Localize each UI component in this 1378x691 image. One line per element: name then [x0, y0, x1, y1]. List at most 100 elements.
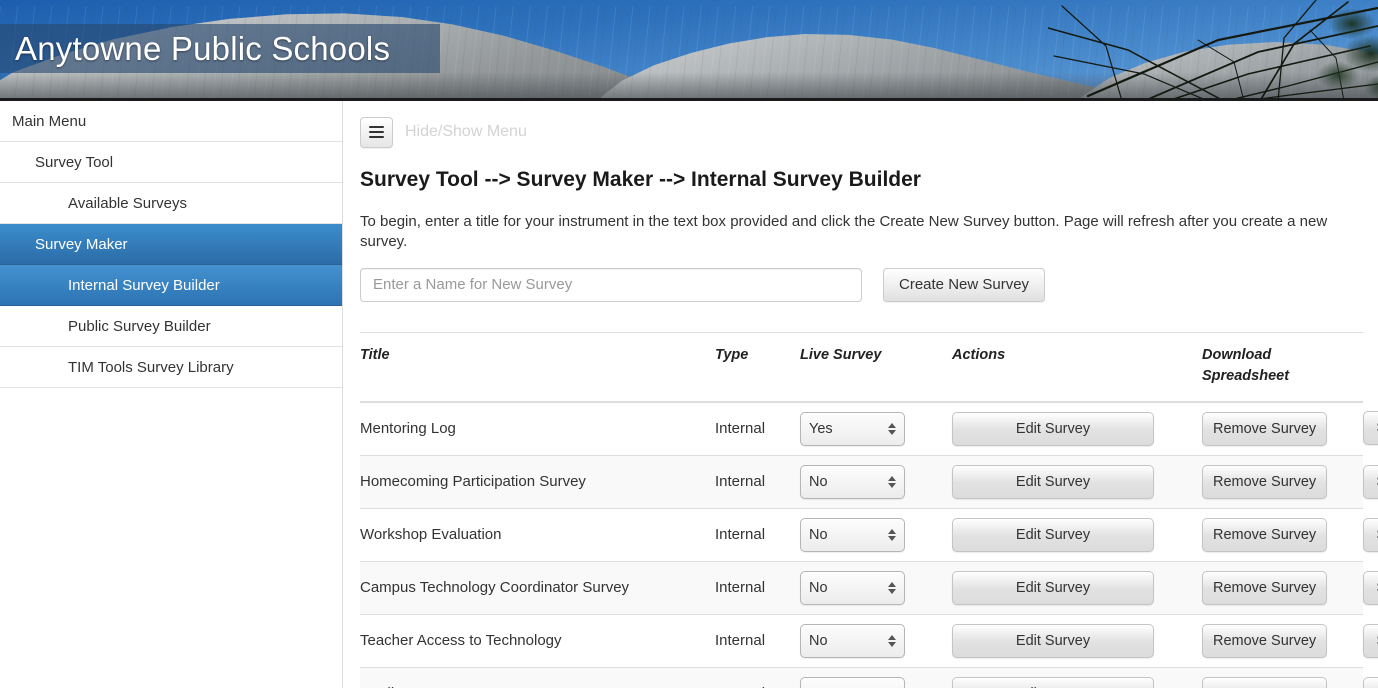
page-title: Survey Tool --> Survey Maker --> Interna… — [360, 168, 921, 191]
cell-survey-title: Homecoming Participation Survey — [360, 454, 715, 509]
table-row: Campus Technology Coordinator Survey Inte… — [360, 560, 1378, 615]
live-survey-select-wrapper: YesNo — [800, 570, 905, 605]
edit-survey-button[interactable]: Edit Survey — [952, 517, 1154, 552]
table-row: Homecoming Participation SurveyInternalY… — [360, 454, 1378, 509]
hamburger-bar-3 — [369, 136, 384, 138]
live-survey-select-wrapper: YesNo — [800, 517, 905, 552]
cell-edit-action: Edit Survey — [952, 613, 1202, 668]
cell-remove-action: Remove Survey — [1202, 507, 1363, 562]
cell-live-survey: YesNo — [800, 507, 952, 562]
site-banner: Anytowne Public Schools — [0, 0, 1378, 101]
table-row: Mentoring LogInternalYesNo Edit Survey Rem… — [360, 401, 1378, 456]
download-spreadsheet-button[interactable]: Spreadsheet — [1363, 411, 1378, 446]
header-type: Type — [715, 331, 800, 403]
site-title: Anytowne Public Schools — [15, 30, 391, 67]
header-live-survey: Live Survey — [800, 331, 952, 403]
cell-remove-action: Remove Survey — [1202, 613, 1363, 668]
table-body: Mentoring LogInternalYesNoEdit SurveyRem… — [360, 401, 1378, 688]
edit-survey-button[interactable]: Edit Survey — [952, 676, 1154, 688]
sidebar-item-public-survey-builder[interactable]: Public Survey Builder — [0, 306, 342, 347]
cell-live-survey: YesNo — [800, 560, 952, 615]
cell-edit-action: Edit Survey — [952, 560, 1202, 615]
table-row: Teacher Access to TechnologyInternalYesN… — [360, 613, 1378, 668]
table-header-row: Title Type Live Survey Actions Download … — [360, 331, 1363, 403]
create-new-survey-button[interactable]: Create New Survey — [883, 267, 1046, 302]
header-download-spreadsheet: Download Spreadsheet — [1202, 331, 1363, 403]
cell-edit-action: Edit Survey — [952, 666, 1202, 688]
hide-show-menu-label: Hide/Show Menu — [405, 123, 527, 140]
menu-toggle-row: Hide/Show Menu — [360, 115, 1362, 149]
table-head: Title Type Live Survey Actions Download … — [360, 331, 1363, 403]
cell-live-survey: YesNo — [800, 454, 952, 509]
cell-remove-action: Remove Survey — [1202, 560, 1363, 615]
table-row: Stadium Name SurveyInternalYesNo Edit Sur… — [360, 666, 1378, 688]
cell-survey-type: Internal — [715, 666, 800, 688]
sidebar-item-survey-tool[interactable]: Survey Tool — [0, 142, 342, 183]
table-row: Workshop EvaluationInternalYesNo Edit Sur… — [360, 507, 1378, 562]
banner-title-bar: Anytowne Public Schools — [0, 24, 440, 73]
cell-edit-action: Edit Survey — [952, 454, 1202, 509]
live-survey-select[interactable]: YesNo — [800, 676, 905, 688]
header-title: Title — [360, 331, 715, 403]
main-content: Hide/Show Menu Survey Tool --> Survey Ma… — [343, 101, 1378, 688]
live-survey-select[interactable]: YesNo — [800, 623, 905, 658]
cell-live-survey: YesNo — [800, 613, 952, 668]
remove-survey-button[interactable]: Remove Survey — [1202, 623, 1327, 658]
sidebar-nav-list: Main Menu Survey Tool Available Surveys Sur… — [0, 101, 342, 388]
edit-survey-button[interactable]: Edit Survey — [952, 570, 1154, 605]
sidebar-item-main-menu[interactable]: Main Menu — [0, 101, 342, 142]
sidebar-item-internal-survey-builder[interactable]: Internal Survey Builder — [0, 265, 342, 306]
live-survey-select[interactable]: YesNo — [800, 570, 905, 605]
remove-survey-button[interactable]: Remove Survey — [1202, 517, 1327, 552]
download-spreadsheet-button[interactable]: Spreadsheet — [1363, 676, 1378, 688]
live-survey-select-wrapper: YesNo — [800, 411, 905, 446]
hamburger-icon[interactable] — [360, 116, 393, 148]
cell-survey-title: Workshop Evaluation — [360, 507, 715, 562]
cell-survey-title: Mentoring Log — [360, 401, 715, 456]
header-download-line1: Download — [1202, 346, 1272, 363]
download-spreadsheet-button[interactable]: Spreadsheet — [1363, 464, 1378, 499]
live-survey-select-wrapper: YesNo — [800, 464, 905, 499]
live-survey-select-wrapper: YesNo — [800, 623, 905, 658]
cell-survey-title: Campus Technology Coordinator Survey — [360, 560, 715, 615]
download-spreadsheet-button[interactable]: Spreadsheet — [1363, 623, 1378, 658]
body-wrapper: Main Menu Survey Tool Available Surveys Sur… — [0, 101, 1378, 688]
cell-remove-action: Remove Survey — [1202, 401, 1363, 456]
live-survey-select[interactable]: YesNo — [800, 464, 905, 499]
cell-survey-type: Internal — [715, 507, 800, 562]
edit-survey-button[interactable]: Edit Survey — [952, 464, 1154, 499]
live-survey-select[interactable]: YesNo — [800, 411, 905, 446]
cell-live-survey: YesNo — [800, 666, 952, 688]
download-spreadsheet-button[interactable]: Spreadsheet — [1363, 570, 1378, 605]
new-survey-name-input[interactable] — [360, 267, 862, 302]
header-download-line2: Spreadsheet — [1202, 367, 1290, 384]
cell-survey-type: Internal — [715, 560, 800, 615]
remove-survey-button[interactable]: Remove Survey — [1202, 464, 1327, 499]
live-survey-select[interactable]: YesNo — [800, 517, 905, 552]
app-root: Anytowne Public Schools Main Menu Survey … — [0, 0, 1378, 691]
download-spreadsheet-button[interactable]: Spreadsheet — [1363, 517, 1378, 552]
sidebar-item-survey-maker[interactable]: Survey Maker — [0, 224, 342, 265]
cell-remove-action: Remove Survey — [1202, 454, 1363, 509]
hamburger-bar-2 — [369, 131, 384, 133]
main-menu-sidebar: Main Menu Survey Tool Available Surveys Sur… — [0, 101, 343, 688]
cell-edit-action: Edit Survey — [952, 507, 1202, 562]
cell-survey-type: Internal — [715, 401, 800, 456]
instruction-text: To begin, enter a title for your instrum… — [360, 213, 1328, 251]
cell-live-survey: YesNo — [800, 401, 952, 456]
remove-survey-button[interactable]: Remove Survey — [1202, 570, 1327, 605]
hamburger-bar-1 — [369, 126, 384, 128]
edit-survey-button[interactable]: Edit Survey — [952, 623, 1154, 658]
remove-survey-button[interactable]: Remove Survey — [1202, 411, 1327, 446]
remove-survey-button[interactable]: Remove Survey — [1202, 676, 1327, 688]
live-survey-select-wrapper: YesNo — [800, 676, 905, 688]
pine-foliage — [1268, 2, 1378, 98]
survey-list-table: Title Type Live Survey Actions Download … — [360, 331, 1378, 688]
sidebar-item-available-surveys[interactable]: Available Surveys — [0, 183, 342, 224]
header-actions: Actions — [952, 331, 1202, 403]
cell-survey-type: Internal — [715, 454, 800, 509]
edit-survey-button[interactable]: Edit Survey — [952, 411, 1154, 446]
sidebar-item-tim-tools-survey-library[interactable]: TIM Tools Survey Library — [0, 347, 342, 388]
cell-survey-title: Stadium Name Survey — [360, 666, 715, 688]
cell-edit-action: Edit Survey — [952, 401, 1202, 456]
